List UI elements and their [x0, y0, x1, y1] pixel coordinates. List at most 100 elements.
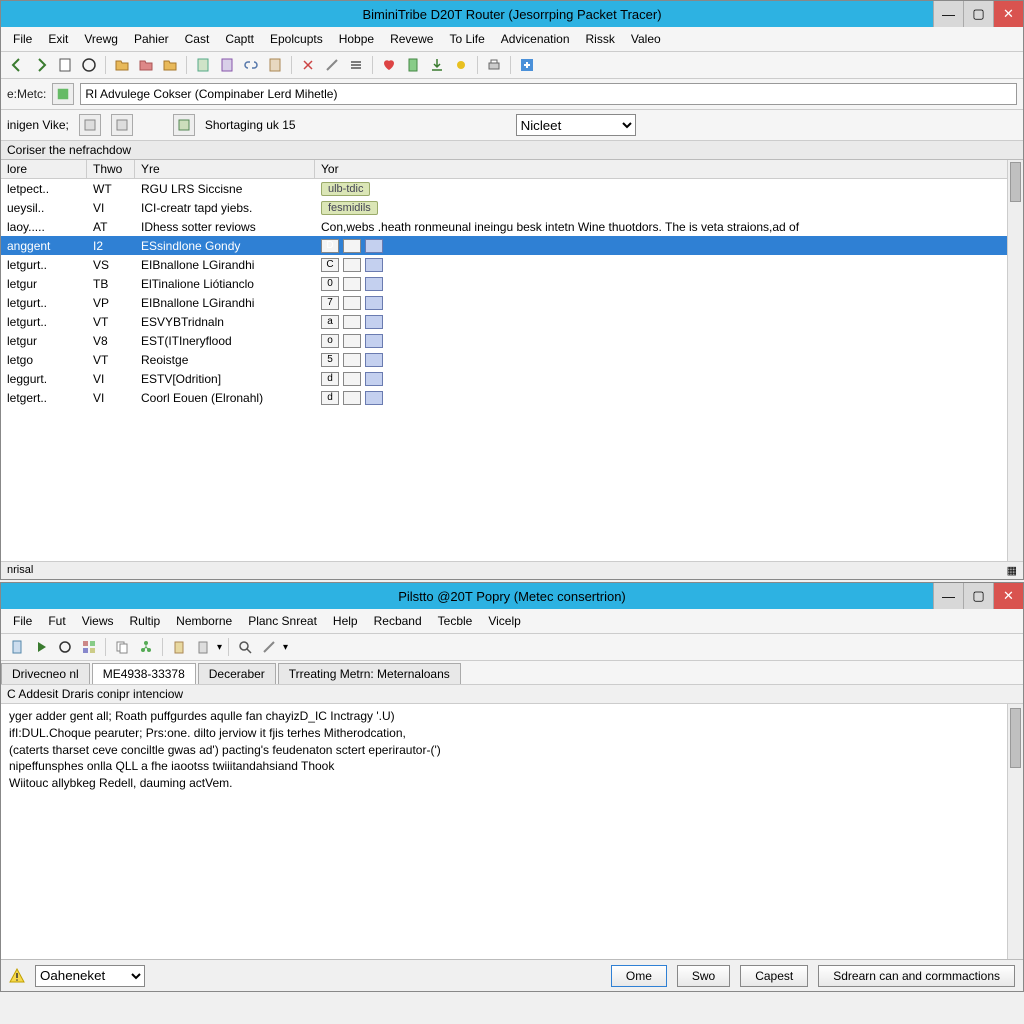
menu-bar-bottom: File Fut Views Rultip Nemborne Planc Snr… [1, 609, 1023, 634]
add-icon[interactable] [517, 55, 537, 75]
table-row[interactable]: letpect..WTRGU LRS Siccisneulb-tdic [1, 179, 1023, 198]
address-input[interactable] [80, 83, 1017, 105]
menu-rissk[interactable]: Rissk [578, 29, 623, 49]
sdrearn-button[interactable]: Sdrearn can and cormmactions [818, 965, 1015, 987]
folder3-icon[interactable] [160, 55, 180, 75]
menu-tolife[interactable]: To Life [441, 29, 492, 49]
col-yre[interactable]: Yre [135, 160, 315, 178]
tab-me4938[interactable]: ME4938-33378 [92, 663, 196, 684]
doc-icon[interactable] [7, 637, 27, 657]
menu-captt[interactable]: Captt [217, 29, 262, 49]
menu-b-nemborne[interactable]: Nemborne [168, 611, 240, 631]
menu-b-help[interactable]: Help [325, 611, 366, 631]
doc-green-icon[interactable] [403, 55, 423, 75]
table-row[interactable]: laoy.....ATIDhess sotter reviowsCon,webs… [1, 217, 1023, 236]
col-lore[interactable]: lore [1, 160, 87, 178]
table-row[interactable]: letgurt..VTESVYBTridnalna [1, 312, 1023, 331]
log-area[interactable]: yger adder gent all; Roath puffgurdes aq… [1, 704, 1023, 991]
paste-icon[interactable] [169, 637, 189, 657]
circle-icon[interactable] [79, 55, 99, 75]
nicleet-dropdown[interactable]: Nicleet [516, 114, 636, 136]
menu-b-tecble[interactable]: Tecble [430, 611, 481, 631]
vertical-scrollbar[interactable] [1007, 160, 1023, 561]
addr-icon[interactable] [52, 83, 74, 105]
tree-icon[interactable] [136, 637, 156, 657]
col-thwo[interactable]: Thwo [87, 160, 135, 178]
opt-btn-1[interactable] [79, 114, 101, 136]
opt-btn-2[interactable] [111, 114, 133, 136]
menu-valeo[interactable]: Valeo [623, 29, 669, 49]
capest-button[interactable]: Capest [740, 965, 808, 987]
tabs-row: Drivecneo nl ME4938-33378 Deceraber Trre… [1, 661, 1023, 685]
link-icon[interactable] [241, 55, 261, 75]
search-icon[interactable] [235, 637, 255, 657]
play-icon[interactable] [31, 637, 51, 657]
minimize-button-b[interactable]: — [933, 583, 963, 609]
cut-icon[interactable] [298, 55, 318, 75]
menu-b-file[interactable]: File [5, 611, 40, 631]
sheet-icon[interactable] [193, 55, 213, 75]
maximize-button[interactable]: ▢ [963, 1, 993, 27]
back-icon[interactable] [7, 55, 27, 75]
paste2-icon[interactable] [193, 637, 213, 657]
menu-file[interactable]: File [5, 29, 40, 49]
forward-icon[interactable] [31, 55, 51, 75]
menu-b-recband[interactable]: Recband [366, 611, 430, 631]
stop-icon[interactable] [55, 637, 75, 657]
menu-exit[interactable]: Exit [40, 29, 76, 49]
sheet3-icon[interactable] [265, 55, 285, 75]
oaheneket-dropdown[interactable]: Oaheneket [35, 965, 145, 987]
menu-epolcupts[interactable]: Epolcupts [262, 29, 331, 49]
close-button[interactable]: ✕ [993, 1, 1023, 27]
grid-icon[interactable] [79, 637, 99, 657]
table-row[interactable]: letgurTBElTinalione Liótianclo0 [1, 274, 1023, 293]
folder-icon[interactable] [112, 55, 132, 75]
sheet2-icon[interactable] [217, 55, 237, 75]
export-icon[interactable] [427, 55, 447, 75]
tab-treating[interactable]: Trreating Metrn: Meternaloans [278, 663, 461, 684]
table-row[interactable]: letgurt..VSEIBnallone LGirandhiC [1, 255, 1023, 274]
menu-view[interactable]: Vrewg [76, 29, 126, 49]
table-row[interactable]: anggentI2ESsindlone GondyD [1, 236, 1023, 255]
table-row[interactable]: letgert..VICoorl Eouen (Elronahl)d [1, 388, 1023, 407]
log-scrollbar[interactable] [1007, 704, 1023, 991]
menu-advicenation[interactable]: Advicenation [493, 29, 578, 49]
print-icon[interactable] [484, 55, 504, 75]
table-row[interactable]: letgurt..VPEIBnallone LGirandhi7 [1, 293, 1023, 312]
table-row[interactable]: ueysil..VIICI-creatr tapd yiebs.fesmidil… [1, 198, 1023, 217]
table-row[interactable]: letgurV8EST(ITIneryfloodo [1, 331, 1023, 350]
menu-b-views[interactable]: Views [74, 611, 122, 631]
ome-button[interactable]: Ome [611, 965, 667, 987]
entries-grid[interactable]: lore Thwo Yre Yor letpect..WTRGU LRS Sic… [1, 160, 1023, 561]
menu-b-fut[interactable]: Fut [40, 611, 73, 631]
menu-b-rultip[interactable]: Rultip [121, 611, 168, 631]
menu-revewe[interactable]: Revewe [382, 29, 441, 49]
table-row[interactable]: leggurt.VIESTV[Odrition]d [1, 369, 1023, 388]
heart-icon[interactable] [379, 55, 399, 75]
wand-icon[interactable] [322, 55, 342, 75]
menu-help[interactable]: Hobpe [331, 29, 382, 49]
menu-b-planc[interactable]: Planc Snreat [240, 611, 325, 631]
wand2-icon[interactable] [259, 637, 279, 657]
minimize-button[interactable]: — [933, 1, 963, 27]
sub-header: C Addesit Draris conipr intenciow [1, 685, 1023, 704]
titlebar-bottom[interactable]: Pilstto @20T Popry (Metec consertrion) —… [1, 583, 1023, 609]
table-row[interactable]: letgoVTReoistge5 [1, 350, 1023, 369]
sun-icon[interactable] [451, 55, 471, 75]
folder2-icon[interactable] [136, 55, 156, 75]
menu-cast[interactable]: Cast [177, 29, 218, 49]
status-icon[interactable]: ▦ [1007, 564, 1017, 577]
list-icon[interactable] [346, 55, 366, 75]
tab-drivecneo[interactable]: Drivecneo nl [1, 663, 90, 684]
opt-btn-3[interactable] [173, 114, 195, 136]
col-yor[interactable]: Yor [315, 160, 1015, 178]
close-button-b[interactable]: ✕ [993, 583, 1023, 609]
titlebar[interactable]: BiminiTribe D20T Router (Jesorrping Pack… [1, 1, 1023, 27]
swo-button[interactable]: Swo [677, 965, 730, 987]
tab-deceraber[interactable]: Deceraber [198, 663, 276, 684]
maximize-button-b[interactable]: ▢ [963, 583, 993, 609]
new-doc-icon[interactable] [55, 55, 75, 75]
menu-b-vicelp[interactable]: Vicelp [480, 611, 528, 631]
copy-icon[interactable] [112, 637, 132, 657]
menu-pahier[interactable]: Pahier [126, 29, 177, 49]
